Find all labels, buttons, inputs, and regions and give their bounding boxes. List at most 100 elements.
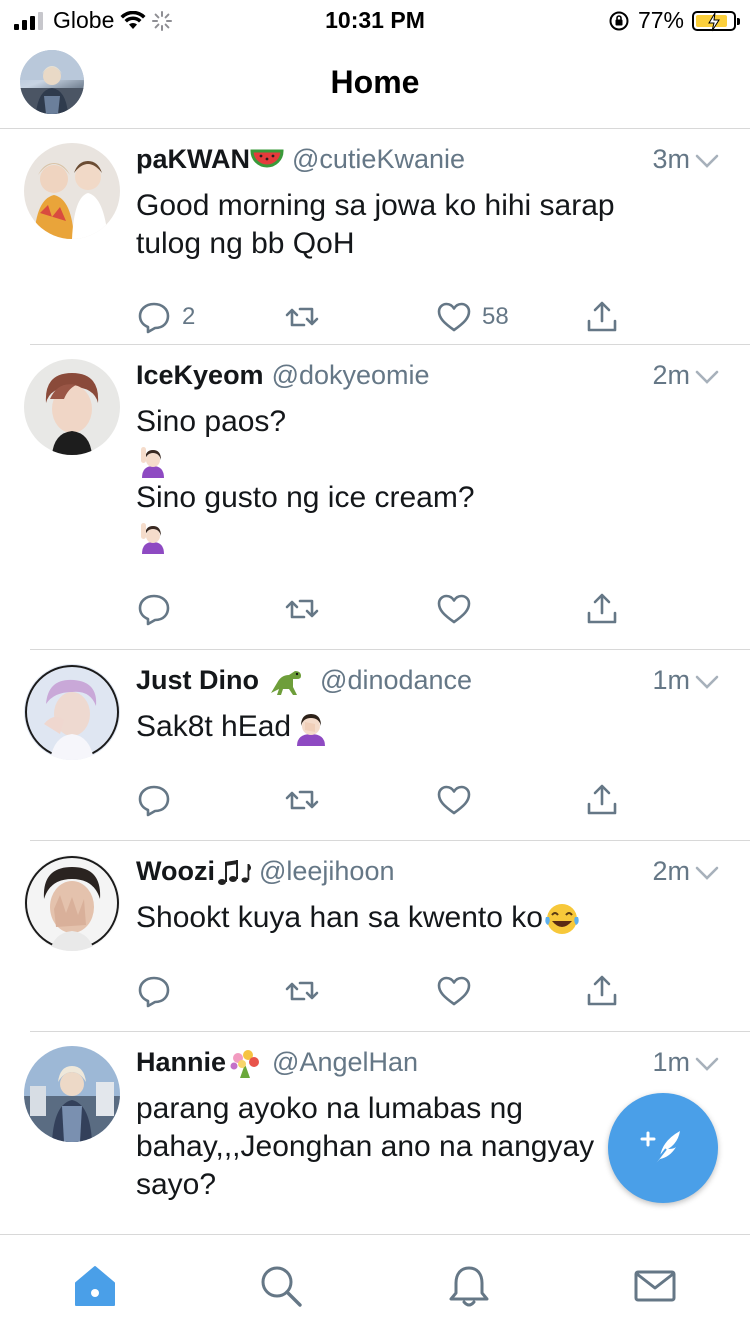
tweet-header: Woozi @leejihoon 2m <box>136 855 720 887</box>
like-button[interactable] <box>436 591 472 627</box>
user-handle[interactable]: @leejihoon <box>259 856 395 886</box>
tweet-text: Sak8t hEad <box>136 708 720 747</box>
tweet-header: IceKyeom @dokyeomie 2m <box>136 359 720 391</box>
reply-button[interactable] <box>136 973 172 1009</box>
facepalm-emoji-icon <box>297 714 326 747</box>
tab-notifications[interactable] <box>446 1263 492 1309</box>
watermelon-icon <box>250 149 284 168</box>
home-icon <box>75 1266 115 1306</box>
tweet[interactable]: paKWAN @cutieKwanie 3m Good morning sa jo… <box>24 129 750 345</box>
reply-button[interactable] <box>136 782 172 818</box>
tweet[interactable]: IceKyeom @dokyeomie 2m Sino paos? Sino gu… <box>24 345 750 650</box>
tweet-time: 2m <box>652 856 690 886</box>
chevron-down-icon[interactable] <box>694 367 720 387</box>
reply-icon <box>138 976 170 1008</box>
tweet-text-line: Shookt kuya han sa kwento ko <box>136 901 543 934</box>
display-name[interactable]: Just Dino <box>136 665 259 695</box>
chevron-down-icon[interactable] <box>694 863 720 883</box>
tweet-text: Shookt kuya han sa kwento ko <box>136 899 720 937</box>
user-handle[interactable]: @dokyeomie <box>272 360 430 390</box>
heart-icon <box>437 302 471 332</box>
reply-count: 2 <box>182 303 196 330</box>
reply-button[interactable]: 2 <box>136 299 195 335</box>
chevron-down-icon[interactable] <box>694 672 720 692</box>
tweet-header: Hannie @AngelHan 1m <box>136 1046 720 1078</box>
tweet-header: Just Dino @dinodance 1m <box>136 664 720 696</box>
bottom-tab-bar <box>0 1234 750 1335</box>
tweet[interactable]: Just Dino @dinodance 1m Sak8t hEad <box>24 650 750 841</box>
tweet[interactable]: Woozi @leejihoon 2m Shookt kuya han sa kw… <box>24 841 750 1032</box>
user-avatar[interactable] <box>24 664 120 760</box>
share-button[interactable] <box>584 782 620 818</box>
page-title: Home <box>330 64 420 100</box>
search-icon <box>261 1266 302 1307</box>
chevron-down-icon[interactable] <box>694 151 720 171</box>
share-button[interactable] <box>584 591 620 627</box>
retweet-icon <box>285 790 319 810</box>
reply-icon <box>138 594 170 626</box>
retweet-icon <box>285 307 319 327</box>
reply-button[interactable] <box>136 591 172 627</box>
tweet-actions <box>136 760 720 840</box>
feather-compose-icon <box>640 1131 680 1168</box>
tweet-text-line: Sino gusto ng ice cream? <box>136 481 475 514</box>
tweet-text-line: Sino paos? <box>136 405 287 438</box>
compose-tweet-button[interactable] <box>608 1093 718 1203</box>
retweet-button[interactable] <box>284 591 320 627</box>
retweet-icon <box>285 981 319 1001</box>
retweet-icon <box>285 599 319 619</box>
reply-icon <box>138 302 170 334</box>
user-handle[interactable]: @cutieKwanie <box>292 144 465 174</box>
chevron-down-icon[interactable] <box>694 1054 720 1074</box>
tweet-time: 1m <box>652 665 690 695</box>
raising-hand-emoji-icon <box>141 523 164 555</box>
display-name[interactable]: Woozi <box>136 856 215 886</box>
share-button[interactable] <box>584 973 620 1009</box>
like-button[interactable] <box>436 973 472 1009</box>
heart-icon <box>437 785 471 815</box>
battery-percent: 77% <box>637 7 684 33</box>
tab-messages[interactable] <box>632 1263 678 1309</box>
tweet-text-line: Sak8t hEad <box>136 710 292 743</box>
heart-icon <box>437 594 471 624</box>
retweet-button[interactable] <box>284 973 320 1009</box>
share-icon <box>587 975 617 1006</box>
tweet-time: 2m <box>652 360 690 390</box>
share-button[interactable] <box>584 299 620 335</box>
display-name[interactable]: IceKyeom <box>136 360 264 390</box>
tears-of-joy-emoji-icon <box>545 904 579 935</box>
user-avatar[interactable] <box>24 855 120 951</box>
tweet-actions <box>136 569 720 649</box>
like-button[interactable] <box>436 782 472 818</box>
tweet-text: Sino paos? Sino gusto ng ice cream? <box>136 403 720 555</box>
like-count: 58 <box>482 303 509 330</box>
display-name[interactable]: Hannie <box>136 1047 226 1077</box>
like-button[interactable]: 58 <box>436 299 509 335</box>
user-handle[interactable]: @dinodance <box>320 665 472 695</box>
share-icon <box>587 784 617 815</box>
heart-icon <box>437 976 471 1006</box>
retweet-button[interactable] <box>284 782 320 818</box>
retweet-button[interactable] <box>284 299 320 335</box>
tweet-text: Good morning sa jowa ko hihi sarap tulog… <box>136 187 720 263</box>
raising-hand-emoji-icon <box>141 447 164 479</box>
reply-icon <box>138 785 170 817</box>
bell-icon <box>449 1266 489 1307</box>
status-bar: Globe 10:31 PM 77% <box>0 0 750 40</box>
tweet-header: paKWAN @cutieKwanie 3m <box>136 143 720 175</box>
dinosaur-emoji-icon <box>270 670 301 695</box>
tab-search[interactable] <box>258 1263 304 1309</box>
mail-icon <box>634 1270 676 1302</box>
user-handle[interactable]: @AngelHan <box>272 1047 418 1077</box>
battery-icon <box>692 10 740 31</box>
tweet-text-line: tulog ng bb QoH <box>136 227 355 260</box>
user-avatar[interactable] <box>24 359 120 455</box>
display-name[interactable]: paKWAN <box>136 144 250 174</box>
tweet-text-line: Good morning sa jowa ko hihi sarap <box>136 189 615 222</box>
tab-home[interactable] <box>72 1263 118 1309</box>
timeline-feed: paKWAN @cutieKwanie 3m Good morning sa jo… <box>0 129 750 1252</box>
app-header: Home <box>0 40 750 129</box>
user-avatar[interactable] <box>24 143 120 239</box>
user-avatar[interactable] <box>24 1046 120 1142</box>
tweet-time: 1m <box>652 1047 690 1077</box>
